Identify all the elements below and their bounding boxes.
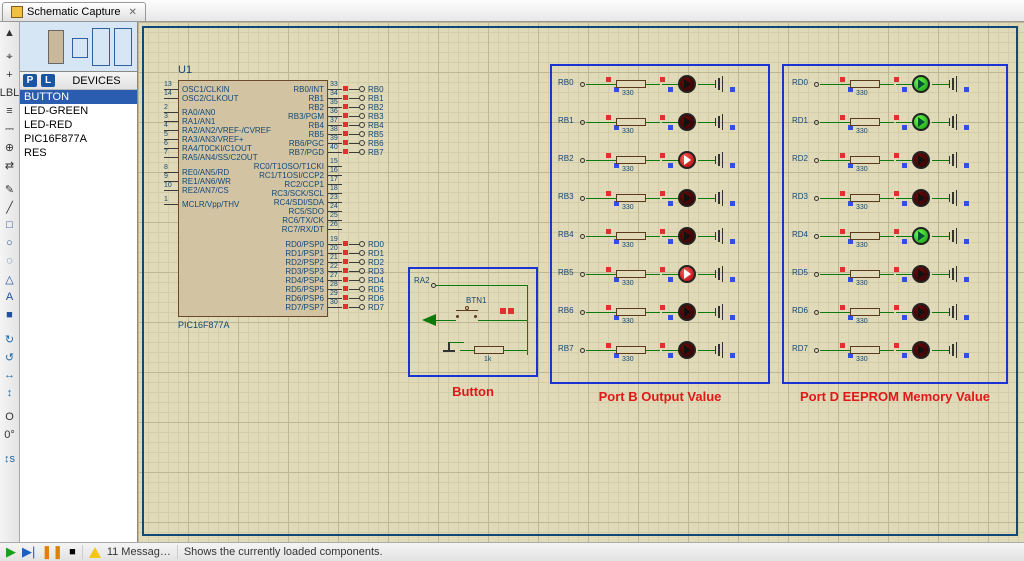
warning-icon[interactable]	[89, 547, 101, 558]
canvas-viewport[interactable]: U113OSC1/CLKIN14OSC2/CLKOUT2RA0/AN03RA1/…	[138, 22, 1024, 542]
vertical-toolbar: ▲ ⌖ + LBL ≡ ⎓ ⊕ ⇄ ✎ ╱ □ ○ ◌ △ A ■ ↻ ↺ ↔ ↕ O 0° ↕s	[0, 22, 20, 542]
l-button[interactable]: L	[41, 74, 55, 87]
res-btn-value: 1k	[484, 356, 491, 363]
resistor	[616, 118, 646, 126]
group-portb-title: Port B Output Value	[550, 389, 770, 404]
tool-4[interactable]: LBL	[2, 85, 18, 101]
tool-24[interactable]: O	[2, 409, 18, 425]
resistor	[850, 346, 880, 354]
schematic-canvas[interactable]: U113OSC1/CLKIN14OSC2/CLKOUT2RA0/AN03RA1/…	[138, 22, 1024, 542]
tool-19[interactable]: ↻	[2, 331, 18, 347]
chip-ref: U1	[178, 64, 192, 76]
tool-2[interactable]: ⌖	[2, 49, 18, 65]
net-label: RD6	[792, 306, 808, 315]
arrow-icon	[422, 314, 436, 326]
tool-16[interactable]: A	[2, 289, 18, 305]
device-item[interactable]: LED-GREEN	[20, 104, 137, 118]
design-overview[interactable]	[20, 22, 137, 72]
resistor-btn	[474, 346, 504, 354]
group-portd-title: Port D EEPROM Memory Value	[782, 389, 1008, 404]
tool-25[interactable]: 0°	[2, 427, 18, 443]
close-icon[interactable]: ✕	[129, 7, 137, 18]
devices-header-label: DEVICES	[59, 75, 134, 87]
tool-13[interactable]: ○	[2, 235, 18, 251]
tool-21[interactable]: ↔	[2, 367, 18, 383]
net-label: RD1	[792, 116, 808, 125]
tool-12[interactable]: □	[2, 217, 18, 233]
net-label: RD2	[792, 154, 808, 163]
step-button[interactable]: ▶|	[22, 544, 35, 560]
device-item[interactable]: BUTTON	[20, 90, 137, 104]
pause-button[interactable]: ❚❚	[41, 544, 63, 560]
net-label: RD3	[792, 192, 808, 201]
net-label: RB1	[558, 116, 574, 125]
resistor	[850, 118, 880, 126]
tab-icon	[11, 6, 23, 18]
tool-3[interactable]: +	[2, 67, 18, 83]
tool-8[interactable]: ⇄	[2, 157, 18, 173]
device-item[interactable]: RES	[20, 146, 137, 160]
net-label: RB4	[558, 230, 574, 239]
net-label: RD4	[792, 230, 808, 239]
tool-15[interactable]: △	[2, 271, 18, 287]
side-panel: P L DEVICES BUTTONLED-GREENLED-REDPIC16F…	[20, 22, 138, 542]
group-portb	[550, 64, 770, 384]
stop-button[interactable]: ■	[69, 546, 76, 558]
message-count[interactable]: 11 Messag…	[107, 546, 171, 558]
tab-schematic[interactable]: Schematic Capture ✕	[2, 2, 146, 21]
device-item[interactable]: LED-RED	[20, 118, 137, 132]
btn-ref: BTN1	[466, 296, 486, 305]
tool-17[interactable]: ■	[2, 307, 18, 323]
resistor	[616, 80, 646, 88]
net-label: RB7	[558, 344, 574, 353]
devices-header: P L DEVICES	[20, 72, 137, 90]
resistor	[850, 156, 880, 164]
resistor	[850, 194, 880, 202]
net-label: RB6	[558, 306, 574, 315]
play-button[interactable]: ▶	[6, 544, 16, 560]
net-label: RD0	[792, 78, 808, 87]
tool-20[interactable]: ↺	[2, 349, 18, 365]
tool-10[interactable]: ✎	[2, 181, 18, 197]
resistor	[850, 308, 880, 316]
status-text: Shows the currently loaded components.	[184, 546, 383, 558]
tool-14[interactable]: ◌	[2, 253, 18, 269]
tool-0[interactable]: ▲	[2, 25, 18, 41]
resistor	[850, 232, 880, 240]
tool-6[interactable]: ⎓	[2, 121, 18, 137]
net-label: RB2	[558, 154, 574, 163]
signal-ra2: RA2	[414, 276, 430, 285]
net-label: RB0	[558, 78, 574, 87]
tool-5[interactable]: ≡	[2, 103, 18, 119]
resistor	[616, 194, 646, 202]
resistor	[616, 308, 646, 316]
net-label: RB3	[558, 192, 574, 201]
tool-22[interactable]: ↕	[2, 385, 18, 401]
p-button[interactable]: P	[23, 74, 37, 87]
net-label: RD7	[792, 344, 808, 353]
tool-27[interactable]: ↕s	[2, 451, 18, 467]
net-label: RD5	[792, 268, 808, 277]
chip-part: PIC16F877A	[178, 320, 230, 330]
resistor	[616, 156, 646, 164]
tool-11[interactable]: ╱	[2, 199, 18, 215]
device-item[interactable]: PIC16F877A	[20, 132, 137, 146]
resistor	[850, 80, 880, 88]
tab-title: Schematic Capture	[27, 6, 121, 18]
group-portd	[782, 64, 1008, 384]
resistor	[616, 270, 646, 278]
devices-list[interactable]: BUTTONLED-GREENLED-REDPIC16F877ARES	[20, 90, 137, 542]
tool-7[interactable]: ⊕	[2, 139, 18, 155]
net-label: RB5	[558, 268, 574, 277]
resistor	[616, 346, 646, 354]
group-button-title: Button	[408, 384, 538, 399]
status-bar: ▶ ▶| ❚❚ ■ 11 Messag… Shows the currently…	[0, 542, 1024, 561]
resistor	[616, 232, 646, 240]
resistor	[850, 270, 880, 278]
